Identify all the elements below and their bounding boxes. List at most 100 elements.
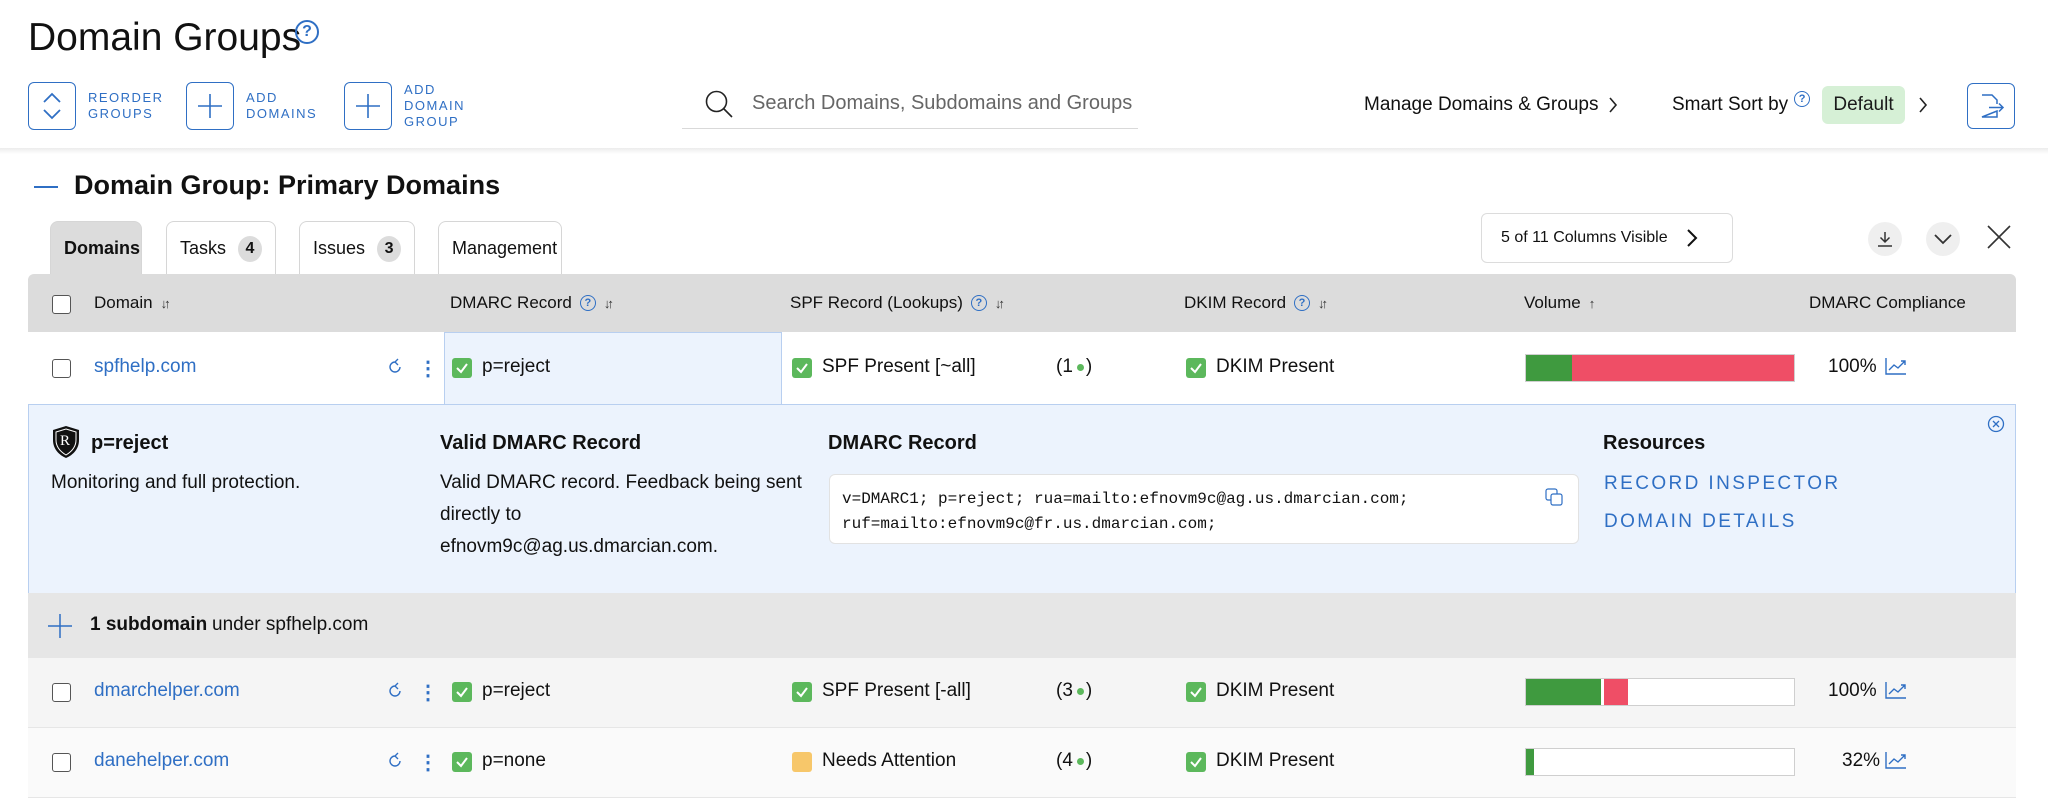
close-button[interactable] bbox=[1984, 222, 2014, 257]
export-button[interactable] bbox=[1967, 83, 2015, 129]
download-button[interactable] bbox=[1868, 222, 1902, 256]
sort-icon: ↓↑ bbox=[1318, 295, 1328, 311]
row-checkbox[interactable] bbox=[52, 683, 71, 702]
add-group-label-line1: ADD bbox=[404, 82, 436, 97]
manage-label: Manage Domains & Groups bbox=[1364, 94, 1599, 115]
domain-details-link[interactable]: DOMAIN DETAILS bbox=[1604, 511, 1797, 533]
reorder-groups-button[interactable]: REORDER GROUPS bbox=[28, 82, 164, 130]
search-input[interactable]: Search Domains, Subdomains and Groups bbox=[682, 79, 1138, 129]
volume-bar[interactable] bbox=[1525, 354, 1795, 382]
close-panel-icon[interactable] bbox=[1987, 415, 2005, 433]
spf-lookups: (4) bbox=[1056, 750, 1093, 771]
warning-icon bbox=[792, 752, 812, 772]
column-header-compliance[interactable]: DMARC Compliance bbox=[1809, 293, 1966, 313]
help-icon[interactable]: ? bbox=[579, 295, 596, 311]
subdomain-toggle[interactable]: 1 subdomain under spfhelp.com bbox=[28, 593, 2016, 658]
page-title: Domain Groups bbox=[28, 16, 302, 59]
more-options-icon[interactable]: ⋮ bbox=[418, 680, 438, 705]
check-icon bbox=[1186, 358, 1206, 378]
tab-label: Management bbox=[452, 238, 558, 258]
check-icon bbox=[792, 682, 812, 702]
table-header bbox=[28, 274, 2016, 332]
tab-tasks[interactable]: Tasks 4 bbox=[166, 221, 276, 275]
add-domain-group-button[interactable]: ADD DOMAIN GROUP bbox=[344, 82, 465, 130]
record-title: DMARC Record bbox=[828, 432, 977, 454]
table-row[interactable]: dmarchelper.com ⋮ p=reject SPF Present [… bbox=[28, 658, 2016, 728]
trend-chart-icon[interactable] bbox=[1884, 356, 1908, 376]
add-group-label-line2: DOMAIN bbox=[404, 98, 465, 113]
help-icon[interactable]: ? bbox=[295, 20, 319, 44]
add-domains-label-line1: ADD bbox=[246, 90, 278, 105]
column-header-spf[interactable]: SPF Record (Lookups) ? ↓↑ bbox=[790, 293, 1005, 313]
chevron-right-icon bbox=[1686, 228, 1698, 248]
domain-link[interactable]: dmarchelper.com bbox=[94, 680, 240, 702]
spf-value: Needs Attention bbox=[822, 750, 957, 771]
compliance-value: 100% bbox=[1828, 356, 1877, 377]
column-header-dmarc[interactable]: DMARC Record ? ↓↑ bbox=[450, 293, 614, 313]
refresh-icon[interactable] bbox=[386, 358, 404, 376]
refresh-icon[interactable] bbox=[386, 752, 404, 770]
more-options-icon[interactable]: ⋮ bbox=[418, 356, 438, 381]
smart-sort-value[interactable]: Default bbox=[1822, 86, 1905, 124]
volume-fail bbox=[1604, 679, 1629, 705]
plus-icon bbox=[47, 613, 73, 639]
refresh-icon[interactable] bbox=[386, 682, 404, 700]
row-checkbox[interactable] bbox=[52, 359, 71, 378]
column-header-domain[interactable]: Domain ↓↑ bbox=[94, 293, 171, 313]
volume-bar[interactable] bbox=[1525, 678, 1795, 706]
help-icon[interactable]: ? bbox=[1794, 91, 1811, 107]
dmarc-record-box[interactable]: v=DMARC1; p=reject; rua=mailto:efnovm9c@… bbox=[829, 474, 1579, 544]
table-row[interactable]: danehelper.com ⋮ p=none Needs Attention … bbox=[28, 728, 2016, 798]
columns-visible-label: 5 of 11 Columns Visible bbox=[1501, 229, 1668, 246]
select-all-checkbox[interactable] bbox=[52, 295, 71, 314]
table-row[interactable]: spfhelp.com ⋮ p=reject SPF Present [~all… bbox=[28, 332, 2016, 404]
status-dot-icon bbox=[1076, 757, 1084, 765]
tab-domains[interactable]: Domains bbox=[50, 221, 142, 275]
reorder-icon bbox=[28, 82, 76, 130]
subdomain-count: 1 subdomain bbox=[90, 614, 208, 635]
column-header-dkim[interactable]: DKIM Record ? ↓↑ bbox=[1184, 293, 1328, 313]
trend-chart-icon[interactable] bbox=[1884, 680, 1908, 700]
expand-button[interactable] bbox=[1926, 222, 1960, 256]
close-icon bbox=[1984, 222, 2014, 252]
volume-pass bbox=[1526, 749, 1535, 775]
trend-chart-icon[interactable] bbox=[1884, 750, 1908, 770]
tab-label: Domains bbox=[64, 238, 141, 258]
add-domains-button[interactable]: ADD DOMAINS bbox=[186, 82, 317, 130]
more-options-icon[interactable]: ⋮ bbox=[418, 750, 438, 775]
domain-link[interactable]: danehelper.com bbox=[94, 750, 229, 772]
manage-domains-groups-link[interactable]: Manage Domains & Groups bbox=[1364, 94, 1618, 116]
export-icon bbox=[1977, 92, 2005, 120]
collapse-group-icon[interactable] bbox=[34, 186, 58, 188]
chevron-right-icon bbox=[1608, 96, 1618, 114]
help-icon[interactable]: ? bbox=[970, 295, 987, 311]
dkim-value: DKIM Present bbox=[1216, 356, 1335, 377]
policy-title: p=reject bbox=[91, 432, 169, 454]
check-icon bbox=[1186, 682, 1206, 702]
header-divider bbox=[0, 148, 2048, 154]
sort-icon: ↓↑ bbox=[603, 295, 614, 311]
dmarc-value: p=none bbox=[482, 750, 546, 771]
dmarc-record-text: v=DMARC1; p=reject; rua=mailto:efnovm9c@… bbox=[842, 490, 1409, 533]
help-icon[interactable]: ? bbox=[1294, 295, 1311, 311]
dmarc-value: p=reject bbox=[482, 356, 551, 377]
tab-management[interactable]: Management bbox=[438, 221, 562, 275]
status-dot-icon bbox=[1076, 363, 1084, 371]
sort-icon: ↓↑ bbox=[160, 295, 171, 311]
plus-icon bbox=[344, 82, 392, 130]
column-header-volume[interactable]: Volume ↑ bbox=[1524, 293, 1595, 313]
dkim-value: DKIM Present bbox=[1216, 680, 1335, 701]
add-group-label-line3: GROUP bbox=[404, 114, 460, 129]
check-icon bbox=[452, 752, 472, 772]
domain-link[interactable]: spfhelp.com bbox=[94, 356, 196, 378]
copy-icon[interactable] bbox=[1544, 487, 1564, 507]
volume-bar[interactable] bbox=[1525, 748, 1795, 776]
row-checkbox[interactable] bbox=[52, 753, 71, 772]
columns-visible-button[interactable]: 5 of 11 Columns Visible bbox=[1481, 213, 1733, 263]
reorder-label-line1: REORDER bbox=[88, 90, 164, 105]
tab-issues[interactable]: Issues 3 bbox=[299, 221, 415, 275]
spf-value: SPF Present [-all] bbox=[822, 680, 971, 701]
download-icon bbox=[1876, 230, 1894, 248]
chevron-right-icon[interactable] bbox=[1918, 96, 1928, 114]
record-inspector-link[interactable]: RECORD INSPECTOR bbox=[1604, 473, 1841, 495]
